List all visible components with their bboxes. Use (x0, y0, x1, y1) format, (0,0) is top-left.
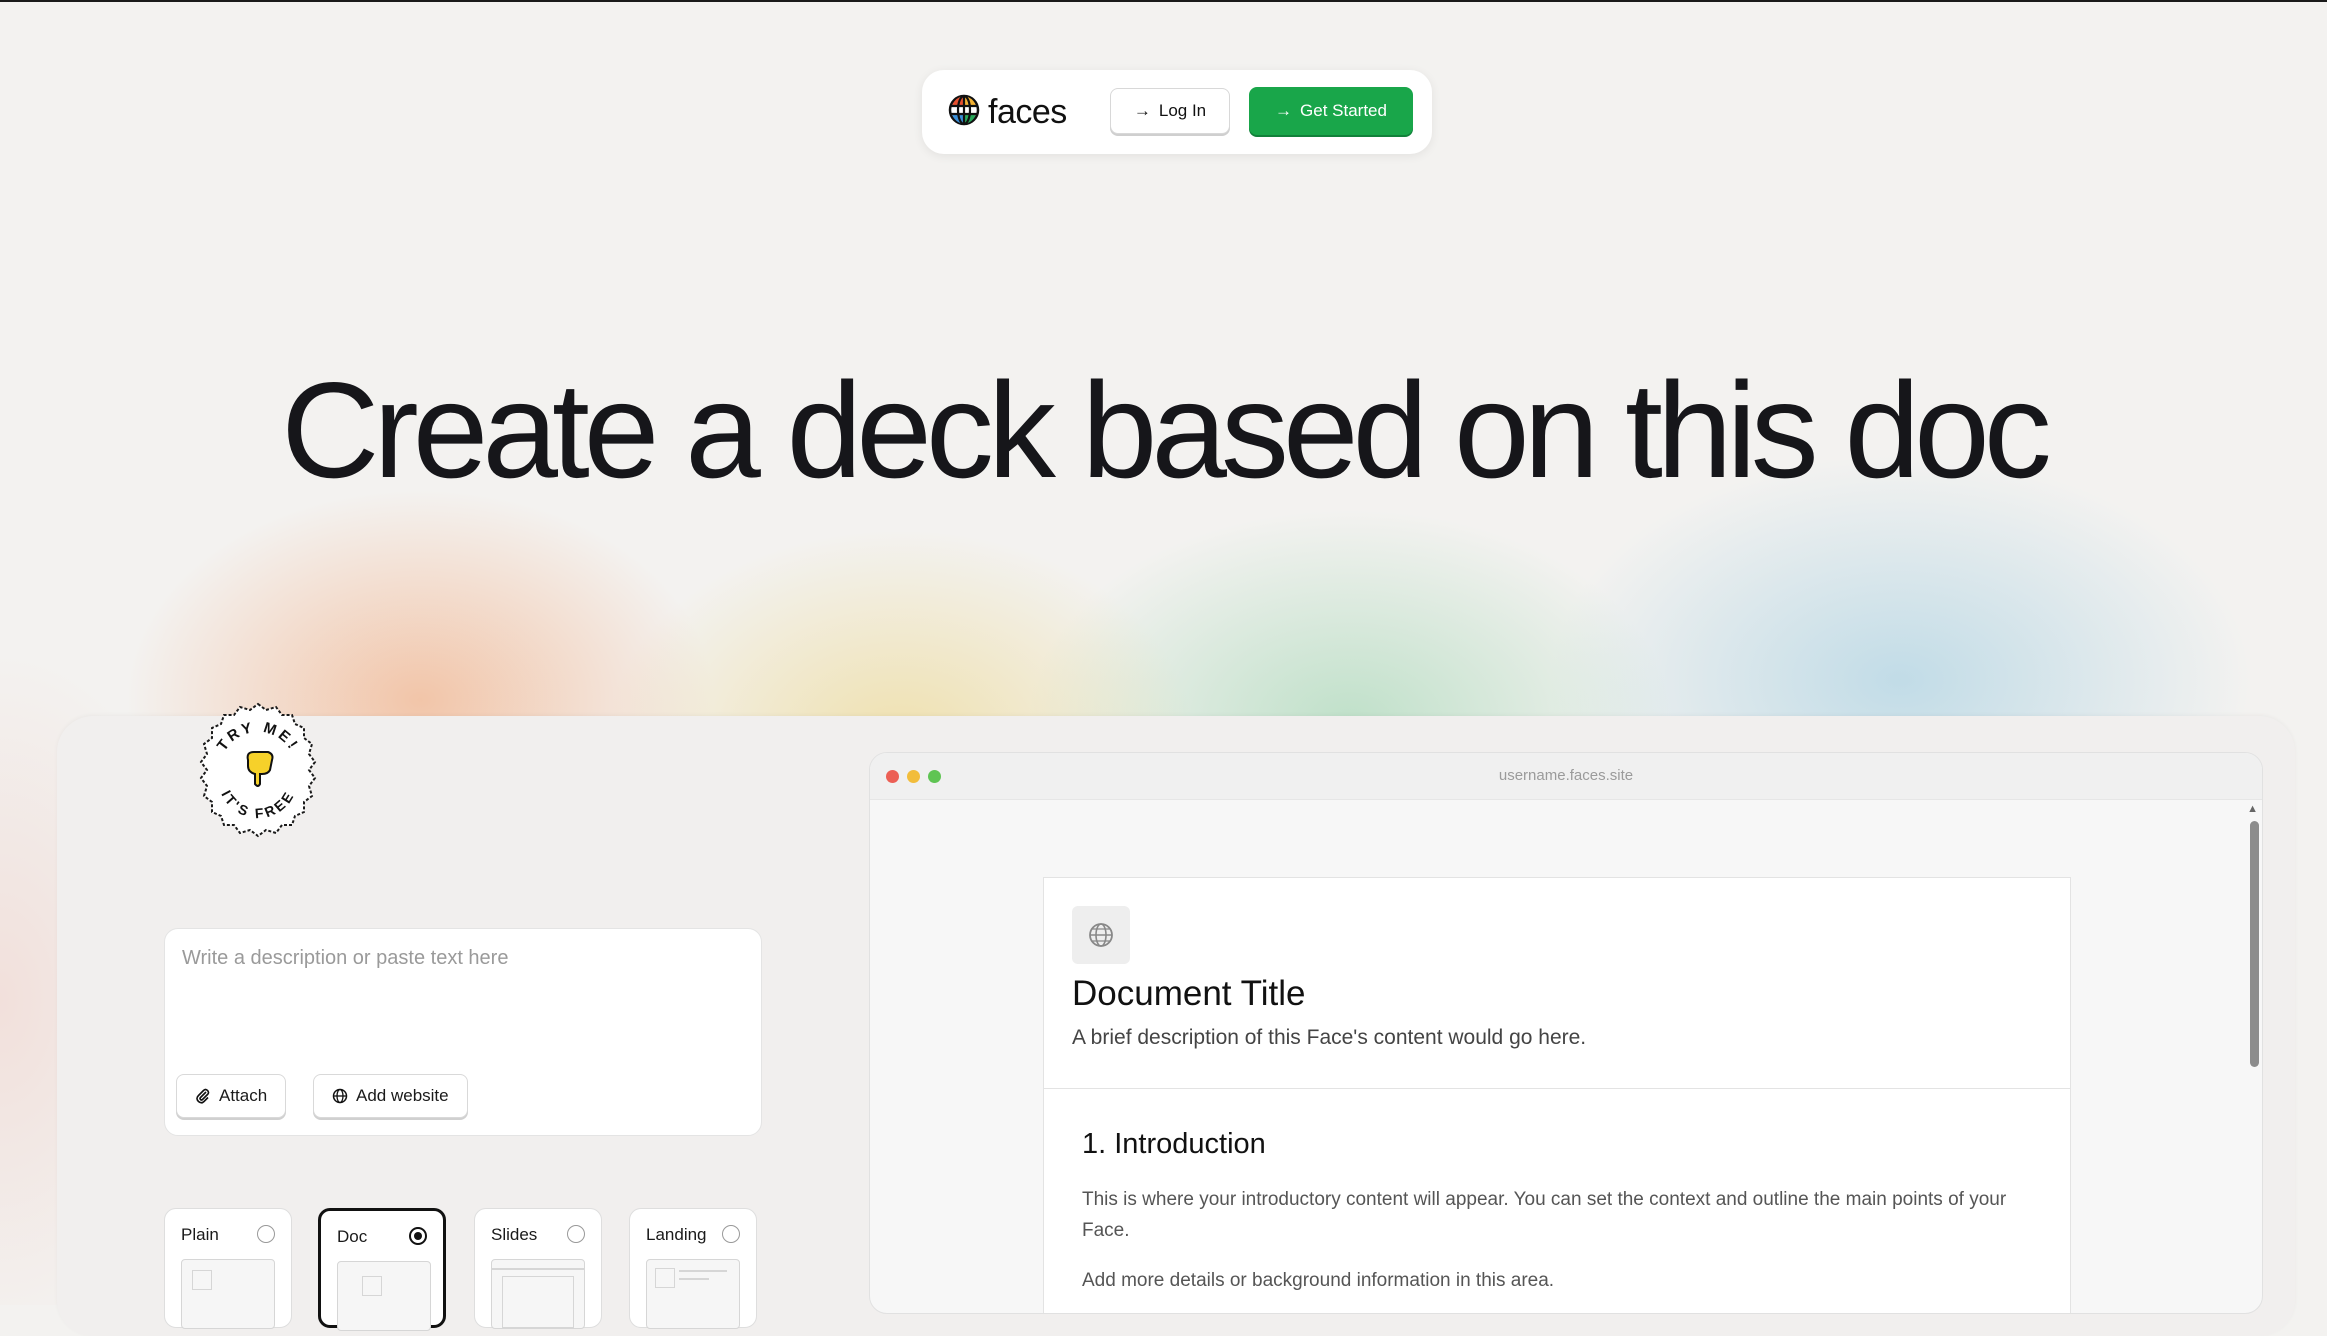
plain-thumbnail (181, 1259, 275, 1329)
document-title: Document Title (1072, 974, 1306, 1013)
slides-thumbnail (491, 1259, 585, 1329)
arrow-right-icon: → (1133, 101, 1151, 120)
globe-icon (1072, 906, 1130, 964)
browser-chrome: username.faces.site (870, 753, 2262, 800)
radio-button[interactable] (409, 1227, 427, 1245)
format-label: Plain (181, 1225, 219, 1244)
login-button[interactable]: → Log In (1110, 88, 1230, 134)
format-option-plain[interactable]: Plain (164, 1208, 292, 1329)
format-label: Landing (646, 1225, 707, 1244)
attach-button[interactable]: Attach (176, 1074, 287, 1118)
try-me-badge[interactable]: TRY ME! IT'S FREE (188, 700, 328, 840)
add-website-label: Add website (356, 1086, 449, 1105)
top-nav: faces → Log In → Get Started (922, 70, 1432, 154)
url-text: username.faces.site (1498, 767, 1634, 784)
radio-button[interactable] (257, 1225, 275, 1243)
format-option-landing[interactable]: Landing (629, 1208, 757, 1329)
attach-label: Attach (219, 1086, 268, 1105)
globe-logo-icon (948, 94, 980, 131)
hero-title: Create a deck based on this doc (281, 354, 2052, 506)
section-paragraph: This is where your introductory content … (1082, 1189, 2007, 1241)
logo[interactable]: faces (948, 92, 1067, 132)
landing-thumbnail (646, 1259, 740, 1329)
get-started-button[interactable]: → Get Started (1249, 87, 1413, 135)
login-label: Log In (1158, 101, 1207, 120)
scrollbar-thumb[interactable] (2250, 821, 2259, 1067)
document-card: Document Title A brief description of th… (1043, 877, 2071, 1313)
logo-text: faces (988, 92, 1067, 131)
format-label: Slides (491, 1225, 538, 1244)
top-border (0, 0, 2327, 2)
section-heading: 1. Introduction (1082, 1128, 1266, 1160)
format-option-slides[interactable]: Slides (474, 1208, 602, 1329)
format-option-doc[interactable]: Doc (318, 1208, 446, 1331)
paperclip-icon (195, 1088, 211, 1104)
radio-button[interactable] (722, 1225, 740, 1243)
document-description: A brief description of this Face's conte… (1072, 1026, 1587, 1049)
format-label: Doc (337, 1227, 368, 1246)
scroll-up-arrow-icon[interactable]: ▲ (2247, 803, 2258, 815)
description-placeholder: Write a description or paste text here (182, 947, 509, 969)
description-input[interactable]: Write a description or paste text here A… (164, 928, 762, 1136)
add-website-button[interactable]: Add website (313, 1074, 468, 1118)
get-started-label: Get Started (1300, 101, 1387, 120)
radio-button[interactable] (567, 1225, 585, 1243)
divider (1044, 1088, 2070, 1089)
arrow-right-icon: → (1275, 101, 1293, 120)
globe-icon (332, 1088, 348, 1104)
doc-thumbnail (337, 1261, 431, 1331)
site-preview-window: username.faces.site ▲ Document Title A b… (869, 752, 2263, 1314)
section-paragraph: Add more details or background informati… (1082, 1270, 1555, 1291)
